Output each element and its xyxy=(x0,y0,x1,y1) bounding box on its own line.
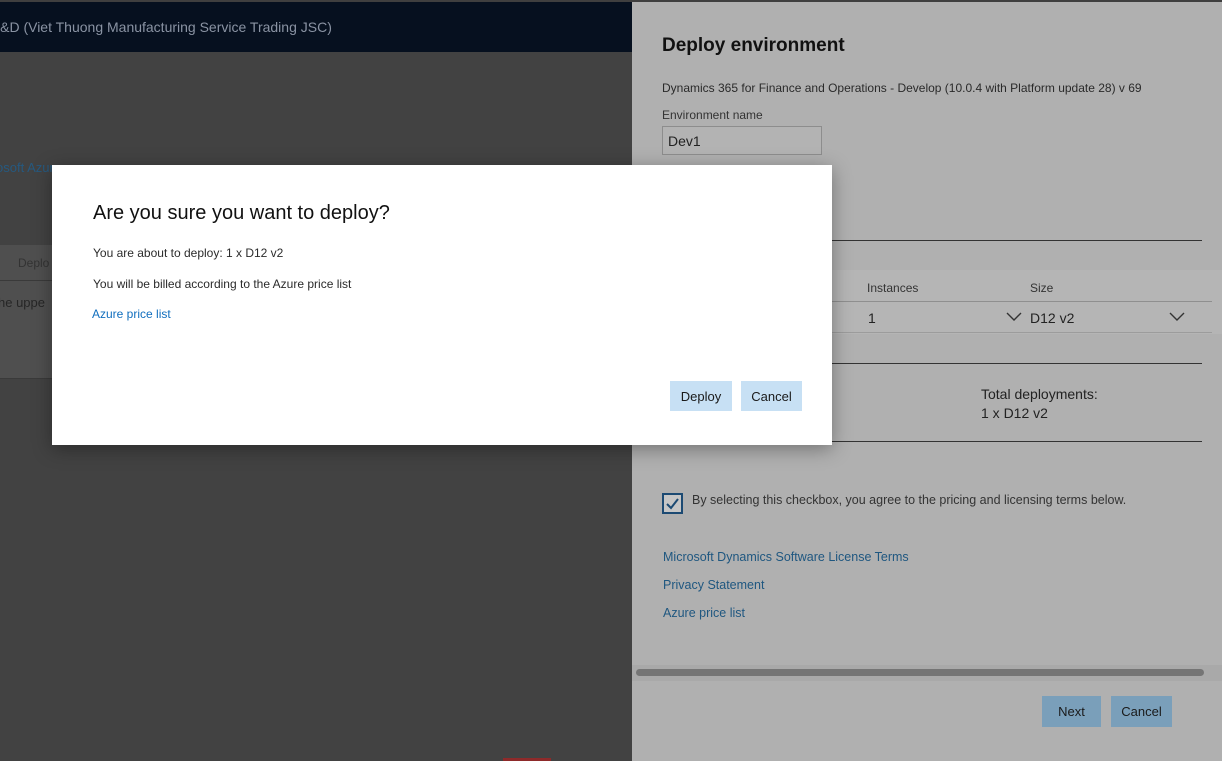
dialog-azure-price-list-link[interactable]: Azure price list xyxy=(92,307,171,321)
size-column-header: Size xyxy=(1030,281,1054,295)
license-terms-link[interactable]: Microsoft Dynamics Software License Term… xyxy=(663,550,909,564)
azure-price-list-link[interactable]: Azure price list xyxy=(663,606,745,620)
panel-subtitle: Dynamics 365 for Finance and Operations … xyxy=(662,81,1142,95)
grid-header-divider xyxy=(832,301,1212,302)
instances-column-header: Instances xyxy=(867,281,919,295)
agree-label: By selecting this checkbox, you agree to… xyxy=(692,493,1127,507)
dialog-cancel-button[interactable]: Cancel xyxy=(741,381,802,411)
instances-select[interactable]: 1 xyxy=(868,310,876,326)
panel-cancel-button[interactable]: Cancel xyxy=(1111,696,1172,727)
privacy-statement-link[interactable]: Privacy Statement xyxy=(663,578,764,592)
dialog-billing-note: You will be billed according to the Azur… xyxy=(93,277,352,291)
deploy-button[interactable]: Deploy xyxy=(670,381,732,411)
environment-name-label: Environment name xyxy=(662,108,763,122)
chevron-down-icon[interactable] xyxy=(1167,307,1187,327)
dialog-deploy-summary: You are about to deploy: 1 x D12 v2 xyxy=(93,246,284,260)
confirm-deploy-dialog: Are you sure you want to deploy? You are… xyxy=(52,165,832,445)
total-deployments-value: 1 x D12 v2 xyxy=(981,405,1048,421)
agree-checkbox[interactable] xyxy=(662,493,683,514)
top-bar: R&D (Viet Thuong Manufacturing Service T… xyxy=(0,2,632,52)
total-deployments-label: Total deployments: xyxy=(981,386,1098,402)
vm-grid xyxy=(832,270,1222,334)
background-tab: Deplo xyxy=(18,256,50,270)
grid-row-divider xyxy=(832,332,1212,333)
checkmark-icon xyxy=(666,498,679,510)
org-title: R&D (Viet Thuong Manufacturing Service T… xyxy=(0,19,332,35)
size-select[interactable]: D12 v2 xyxy=(1030,310,1074,326)
next-button[interactable]: Next xyxy=(1042,696,1101,727)
environment-name-input[interactable] xyxy=(662,126,822,155)
scrollbar-thumb[interactable] xyxy=(636,669,1204,676)
background-text: he uppe xyxy=(0,295,45,310)
dialog-title: Are you sure you want to deploy? xyxy=(93,202,390,224)
chevron-down-icon[interactable] xyxy=(1004,307,1024,327)
panel-title: Deploy environment xyxy=(662,35,845,56)
